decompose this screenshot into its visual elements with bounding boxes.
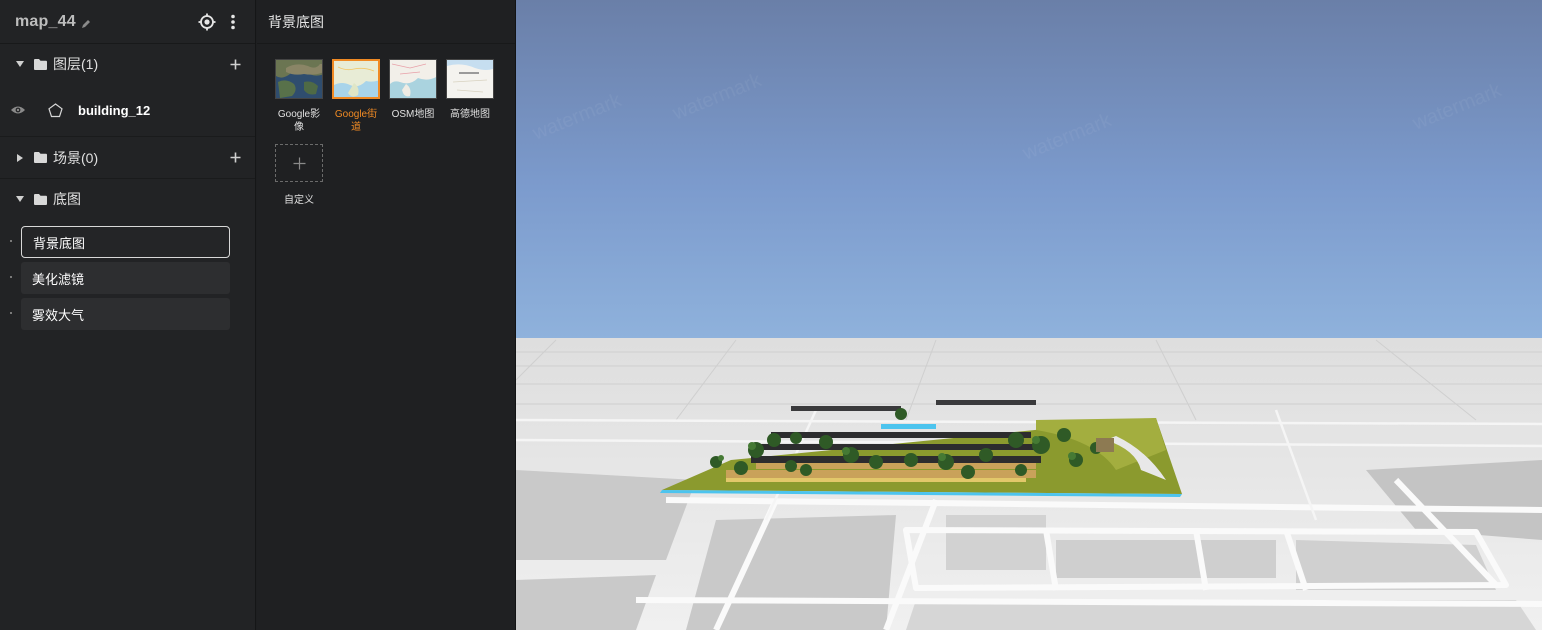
basemap-item-filter: 美化滤镜 <box>0 259 255 295</box>
scenes-section-header[interactable]: 场景(0) <box>0 137 255 178</box>
thumb-label: Google影像 <box>277 109 321 133</box>
add-scene-button[interactable] <box>227 150 243 166</box>
thumb-gaode[interactable]: 高德地图 <box>444 59 496 121</box>
eye-icon[interactable] <box>10 104 26 116</box>
layers-section-label: 图层(1) <box>53 56 99 72</box>
map-title[interactable]: map_44 <box>15 13 76 31</box>
polygon-icon <box>48 102 63 117</box>
basemap-section-label: 底图 <box>53 191 81 207</box>
thumb-label: OSM地图 <box>391 109 435 120</box>
street-map-thumbnail <box>332 59 380 99</box>
thumb-google-streets[interactable]: Google街道 <box>330 59 382 134</box>
layers-section: 图层(1) building_12 <box>0 44 255 137</box>
osm-thumbnail <box>389 59 437 99</box>
fog-atmosphere-button[interactable]: 雾效大气 <box>21 298 230 330</box>
background-basemap-button[interactable]: 背景底图 <box>21 226 230 258</box>
model-pool <box>881 424 936 429</box>
bullet <box>10 240 12 242</box>
bullet <box>10 276 12 278</box>
basemap-section: 底图 背景底图 美化滤镜 雾效大气 <box>0 179 255 331</box>
layer-item[interactable]: building_12 <box>0 84 255 136</box>
scenes-section-label: 场景(0) <box>53 149 99 166</box>
model-facade <box>726 478 1026 482</box>
folder-icon <box>34 152 47 163</box>
basemap-picker-title: 背景底图 <box>257 0 515 44</box>
folder-icon <box>34 193 47 205</box>
layer-name: building_12 <box>78 102 151 118</box>
model-pavilion <box>1096 438 1114 452</box>
basemap-item-background: 背景底图 <box>0 223 255 259</box>
layers-section-header[interactable]: 图层(1) <box>0 44 255 84</box>
thumb-google-imagery[interactable]: Google影像 <box>273 59 325 134</box>
caret-down-icon[interactable] <box>14 193 26 205</box>
more-menu-icon[interactable] <box>223 12 243 32</box>
beautify-filter-button[interactable]: 美化滤镜 <box>21 262 230 294</box>
basemap-list: 背景底图 美化滤镜 雾效大气 <box>0 219 255 331</box>
edit-icon[interactable] <box>81 17 91 28</box>
locate-icon[interactable] <box>197 12 217 32</box>
sky <box>516 0 1542 340</box>
add-layer-button[interactable] <box>227 56 243 72</box>
satellite-thumbnail <box>275 59 323 99</box>
map-viewport[interactable]: watermark watermark watermark watermark <box>516 0 1542 630</box>
thumb-label: 高德地图 <box>450 109 490 120</box>
layer-panel: map_44 图层(1) building_12 场景(0) 底图 背景底图 美… <box>0 0 256 630</box>
scenes-section: 场景(0) <box>0 137 255 179</box>
plus-icon <box>293 157 305 169</box>
basemap-section-header[interactable]: 底图 <box>0 179 255 219</box>
thumb-osm[interactable]: OSM地图 <box>387 59 439 121</box>
folder-icon <box>34 58 47 70</box>
thumb-custom[interactable]: 自定义 <box>273 144 325 207</box>
basemap-item-fog: 雾效大气 <box>0 295 255 331</box>
thumb-label: 自定义 <box>284 195 314 206</box>
add-custom-basemap-button[interactable] <box>275 144 323 182</box>
thumb-label: Google街道 <box>334 109 378 133</box>
caret-right-icon[interactable] <box>14 152 26 164</box>
3d-scene[interactable]: watermark watermark watermark watermark <box>516 0 1542 630</box>
bullet <box>10 312 12 314</box>
caret-down-icon[interactable] <box>14 58 26 70</box>
basemap-picker-panel: 背景底图 Google影像 Google街道 OSM地图 高德地图 自定义 <box>257 0 516 630</box>
gaode-thumbnail <box>446 59 494 99</box>
panel-header: map_44 <box>0 0 255 44</box>
